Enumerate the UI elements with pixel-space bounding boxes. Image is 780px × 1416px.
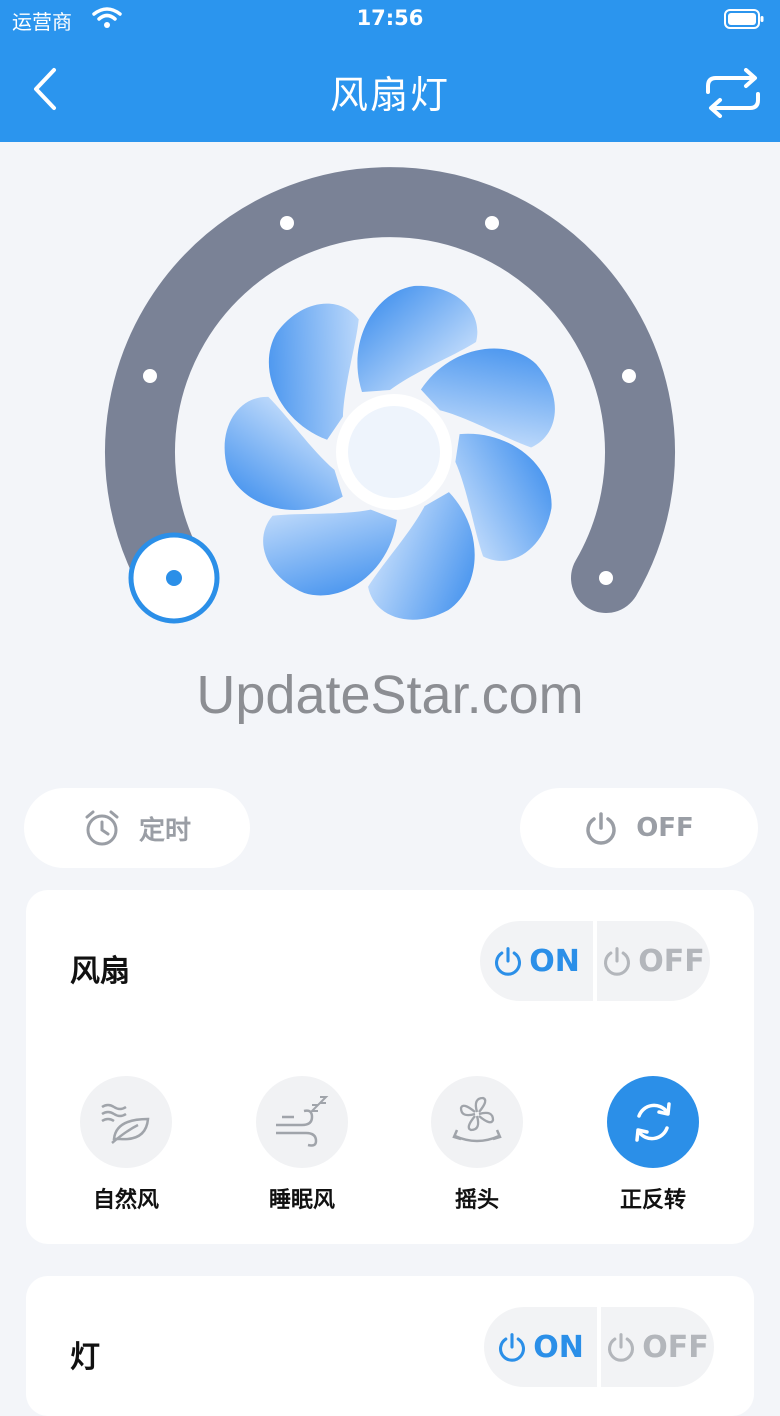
status-bar: 运营商 17:56 bbox=[0, 0, 780, 40]
mode-icon-bg bbox=[431, 1076, 523, 1168]
mode-label: 摇头 bbox=[454, 1188, 499, 1213]
power-off-label: OFF bbox=[636, 813, 694, 843]
fan-on-button[interactable]: ON bbox=[480, 921, 597, 1001]
fan-card: 风扇 ON OFF 自然风 睡眠风 摇头 正反转 bbox=[26, 890, 754, 1244]
status-time: 17:56 bbox=[356, 6, 424, 30]
oscillate-icon bbox=[452, 1096, 502, 1143]
page-title: 风扇灯 bbox=[329, 73, 450, 117]
timer-label: 定时 bbox=[138, 815, 191, 846]
mode-natural-wind[interactable]: 自然风 bbox=[56, 1076, 196, 1214]
light-onoff-toggle: ON OFF bbox=[484, 1307, 714, 1387]
mode-sleep-wind[interactable]: 睡眠风 bbox=[232, 1076, 372, 1214]
fan-off-button[interactable]: OFF bbox=[597, 921, 710, 1001]
watermark-text: UpdateStar.com bbox=[196, 665, 584, 725]
speed-dial[interactable] bbox=[80, 160, 700, 640]
fan-onoff-toggle: ON OFF bbox=[480, 921, 710, 1001]
power-off-button[interactable]: OFF bbox=[520, 788, 758, 868]
fan-icon bbox=[213, 283, 576, 638]
light-on-button[interactable]: ON bbox=[484, 1307, 601, 1387]
alarm-clock-icon bbox=[85, 810, 119, 846]
mode-icon-bg bbox=[80, 1076, 172, 1168]
nav-bar: 风扇灯 bbox=[0, 40, 780, 142]
light-on-label: ON bbox=[533, 1329, 584, 1365]
reverse-rotate-icon bbox=[635, 1102, 671, 1142]
mode-label: 睡眠风 bbox=[268, 1188, 335, 1213]
light-off-label: OFF bbox=[642, 1329, 709, 1365]
light-card-title: 灯 bbox=[70, 1340, 100, 1375]
light-card: 灯 ON OFF bbox=[26, 1276, 754, 1416]
fan-card-title: 风扇 bbox=[70, 954, 130, 989]
sleep-wind-icon bbox=[276, 1096, 329, 1147]
power-icon bbox=[608, 1333, 635, 1362]
power-icon bbox=[586, 812, 616, 845]
fan-off-label: OFF bbox=[638, 943, 705, 979]
fan-on-label: ON bbox=[529, 943, 580, 979]
mode-label: 正反转 bbox=[619, 1188, 686, 1213]
power-icon bbox=[495, 947, 522, 976]
light-off-button[interactable]: OFF bbox=[601, 1307, 714, 1387]
repeat-icon[interactable] bbox=[700, 68, 766, 118]
mode-label: 自然风 bbox=[92, 1188, 159, 1213]
battery-icon bbox=[724, 9, 764, 29]
power-icon bbox=[499, 1333, 526, 1362]
mode-reverse-rotate[interactable]: 正反转 bbox=[583, 1076, 723, 1214]
timer-button[interactable]: 定时 bbox=[24, 788, 250, 868]
dial-thumb[interactable] bbox=[128, 532, 220, 624]
leaf-wind-icon bbox=[101, 1103, 150, 1144]
power-icon bbox=[604, 947, 631, 976]
fan-mode-list: 自然风 睡眠风 摇头 正反转 bbox=[26, 1076, 754, 1216]
mode-oscillate[interactable]: 摇头 bbox=[407, 1076, 547, 1214]
mode-icon-bg bbox=[256, 1076, 348, 1168]
mode-icon-bg bbox=[607, 1076, 699, 1168]
